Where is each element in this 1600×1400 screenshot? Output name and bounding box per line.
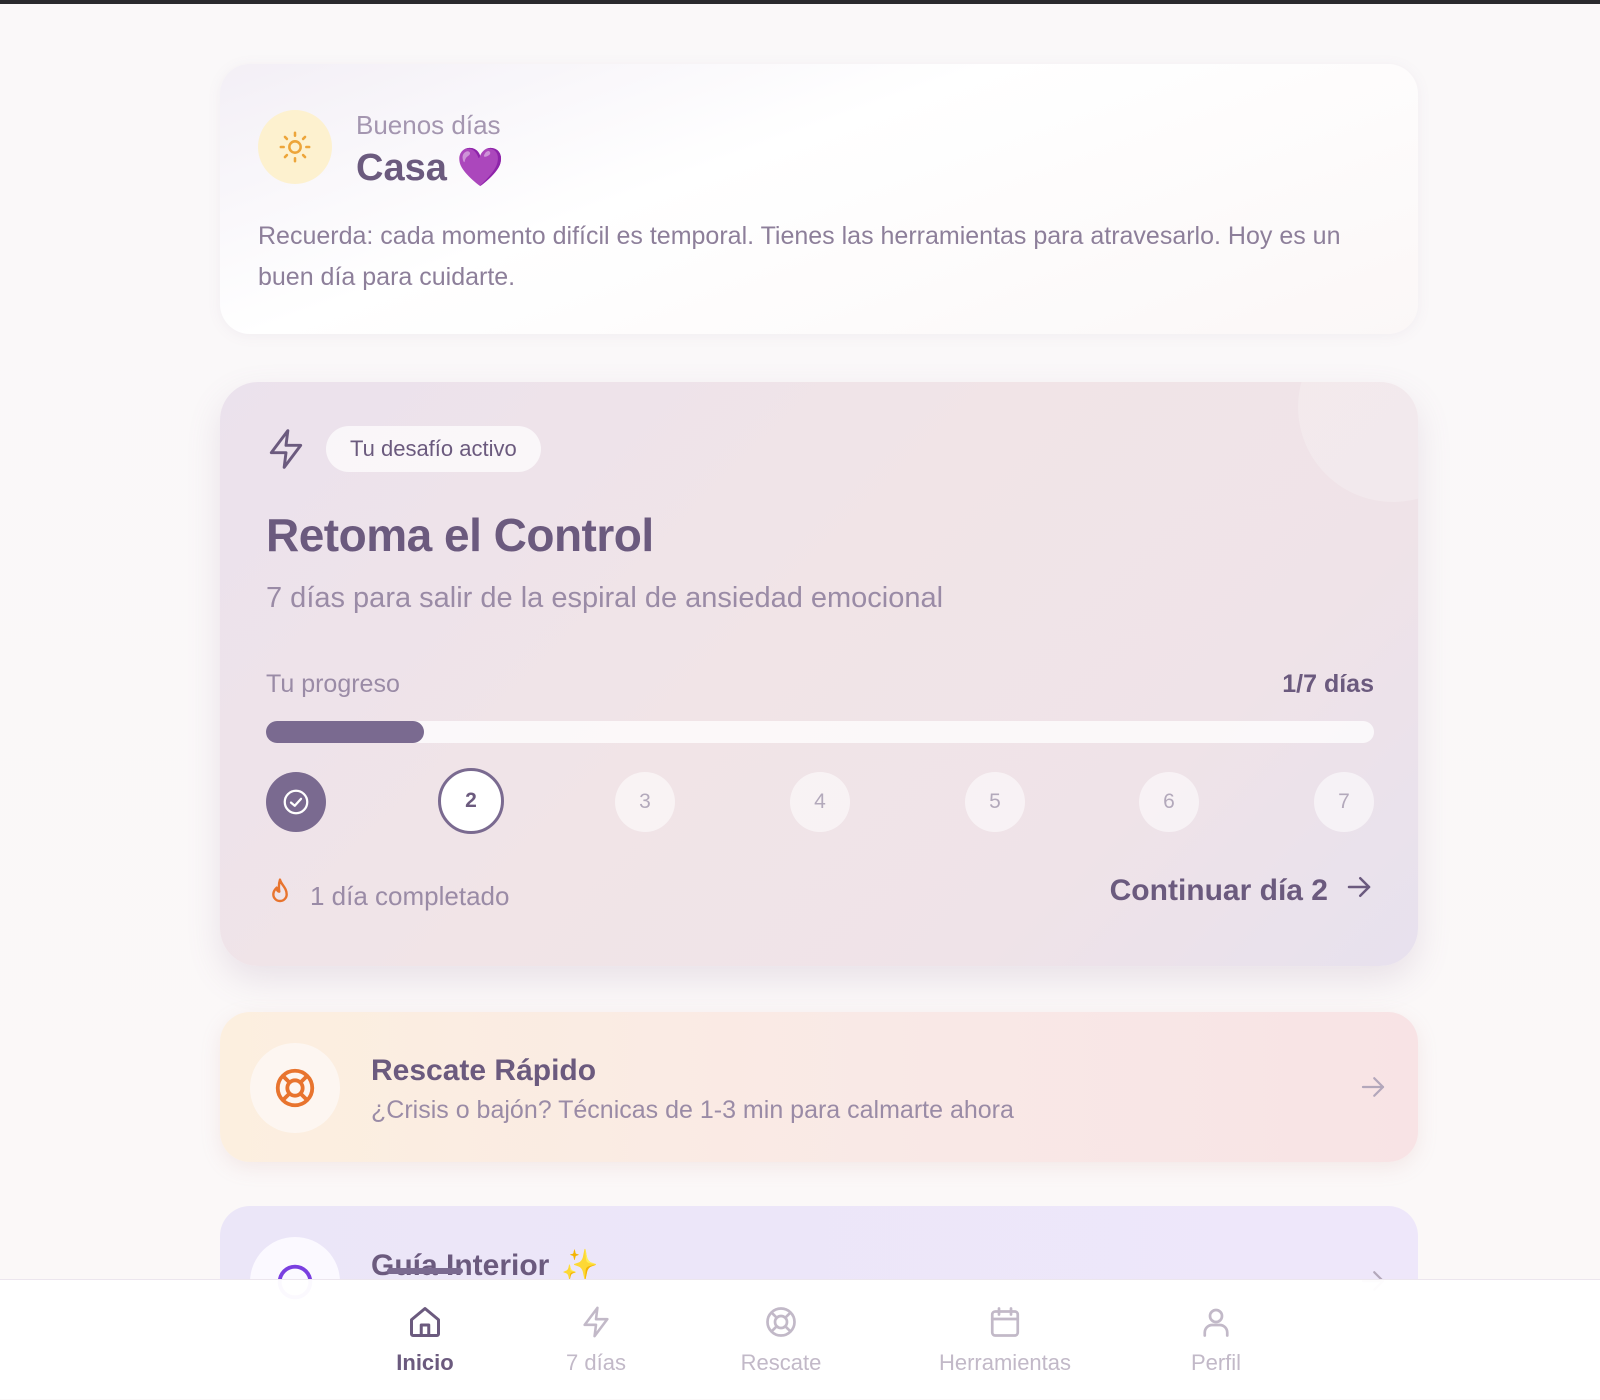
nav-item-rescate[interactable]: Rescate [721,1280,841,1400]
day-5[interactable]: 5 [965,772,1025,832]
sun-icon [258,110,332,184]
challenge-subtitle: 7 días para salir de la espiral de ansie… [266,582,944,614]
decorative-circle [1298,382,1418,502]
home-screen: Buenos días Casa 💜 Recuerda: cada moment… [0,4,1600,1399]
progress-bar-fill [266,721,424,743]
lifebuoy-icon [763,1302,799,1342]
arrow-right-icon [1344,872,1374,910]
day-6[interactable]: 6 [1139,772,1199,832]
greeting-card: Buenos días Casa 💜 Recuerda: cada moment… [220,64,1418,334]
nav-label-inicio: Inicio [396,1350,454,1375]
active-tab-indicator [387,1268,463,1274]
nav-item-7-dias[interactable]: 7 días [541,1280,651,1400]
sparkles-icon: ✨ [561,1249,599,1282]
day-4[interactable]: 4 [790,772,850,832]
guide-title: Guía Interior ✨ [371,1248,599,1283]
nav-label-7-dias: 7 días [566,1350,626,1375]
greeting-message: Recuerda: cada momento difícil es tempor… [258,222,1341,291]
lightning-icon [579,1302,613,1342]
continue-label: Continuar día 2 [1109,874,1328,907]
check-circle-icon [283,789,309,815]
challenge-badge: Tu desafío activo [326,426,541,472]
arrow-right-icon [1358,1072,1388,1107]
user-icon [1198,1302,1234,1342]
progress-label: Tu progreso [266,670,400,698]
day-7[interactable]: 7 [1314,772,1374,832]
streak-info: 1 día completado [264,876,509,917]
challenge-title: Retoma el Control [266,509,654,561]
rescue-title: Rescate Rápido [371,1054,597,1087]
nav-item-perfil[interactable]: Perfil [1166,1280,1266,1400]
lightning-icon [264,426,308,477]
home-icon [407,1302,443,1342]
progress-count: 1/7 días [1282,670,1374,698]
greeting-salutation: Buenos días [356,110,501,140]
active-challenge-card[interactable]: Tu desafío activo Retoma el Control 7 dí… [220,382,1418,966]
day-3[interactable]: 3 [615,772,675,832]
purple-heart-icon: 💜 [456,147,505,189]
user-name: Casa [356,146,447,189]
flame-icon [264,876,296,917]
rescue-subtitle: ¿Crisis o bajón? Técnicas de 1-3 min par… [371,1096,1014,1124]
calendar-icon [987,1302,1023,1342]
lifebuoy-icon [250,1043,340,1133]
continue-day-button[interactable]: Continuar día 2 [1110,872,1374,910]
day-stepper: 2 3 4 5 6 7 [266,768,1374,834]
nav-label-rescate: Rescate [740,1350,822,1375]
day-1-done[interactable] [266,772,326,832]
progress-bar [266,721,1374,743]
bottom-navigation: Inicio 7 días Rescate Herramientas Perfi… [0,1268,1600,1400]
streak-text: 1 día completado [310,881,510,911]
nav-item-herramientas[interactable]: Herramientas [920,1280,1090,1400]
nav-item-inicio[interactable]: Inicio [375,1268,475,1400]
day-2-current[interactable]: 2 [438,768,504,834]
guide-title-text: Guía Interior [371,1248,550,1282]
greeting-title: Casa 💜 [356,146,504,190]
nav-label-perfil: Perfil [1190,1350,1242,1375]
quick-rescue-card[interactable]: Rescate Rápido ¿Crisis o bajón? Técnicas… [220,1012,1418,1162]
nav-label-herramientas: Herramientas [938,1350,1072,1375]
